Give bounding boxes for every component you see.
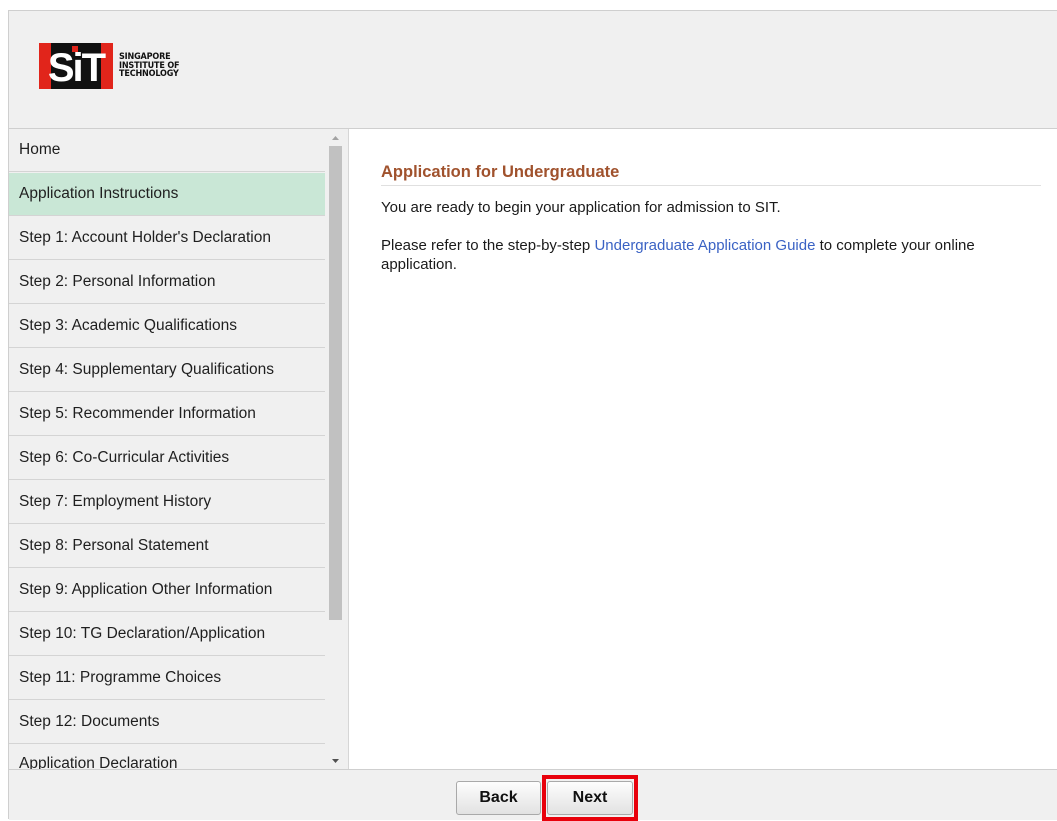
- sidebar-item-step-5[interactable]: Step 5: Recommender Information: [9, 393, 325, 436]
- undergraduate-application-guide-link[interactable]: Undergraduate Application Guide: [594, 237, 815, 254]
- scroll-down-arrow-icon[interactable]: [327, 752, 344, 769]
- next-button[interactable]: Next: [547, 781, 633, 815]
- sit-logo-mark: SiT: [39, 43, 113, 90]
- application-window: SiT SINGAPORE INSTITUTE OF TECHNOLOGY Ho…: [8, 10, 1057, 821]
- main-content: Application for Undergraduate You are re…: [349, 129, 1057, 769]
- guide-text-prefix: Please refer to the step-by-step: [381, 237, 595, 254]
- logo-line-3: TECHNOLOGY: [119, 69, 179, 80]
- sidebar-item-step-11[interactable]: Step 11: Programme Choices: [9, 657, 325, 700]
- svg-text:SiT: SiT: [48, 46, 106, 89]
- sidebar-item-home[interactable]: Home: [9, 129, 325, 172]
- sidebar-scrollbar[interactable]: [327, 129, 344, 769]
- sidebar-item-application-declaration[interactable]: Application Declaration: [9, 745, 325, 769]
- sidebar-item-step-6[interactable]: Step 6: Co-Curricular Activities: [9, 437, 325, 480]
- sidebar-item-step-10[interactable]: Step 10: TG Declaration/Application: [9, 613, 325, 656]
- sidebar-item-step-12[interactable]: Step 12: Documents: [9, 701, 325, 744]
- sit-logo: SiT SINGAPORE INSTITUTE OF TECHNOLOGY: [39, 43, 186, 90]
- footer-bar: Back Next: [9, 769, 1057, 821]
- page-title: Application for Undergraduate: [381, 163, 1041, 186]
- sidebar-item-application-instructions[interactable]: Application Instructions: [9, 173, 325, 216]
- back-button[interactable]: Back: [456, 781, 541, 815]
- scroll-up-arrow-icon[interactable]: [327, 129, 344, 146]
- intro-text: You are ready to begin your application …: [381, 199, 781, 216]
- sidebar-item-step-9[interactable]: Step 9: Application Other Information: [9, 569, 325, 612]
- sidebar-item-step-7[interactable]: Step 7: Employment History: [9, 481, 325, 524]
- sit-logo-wordmark: SINGAPORE INSTITUTE OF TECHNOLOGY: [119, 53, 180, 80]
- sidebar-item-step-3[interactable]: Step 3: Academic Qualifications: [9, 305, 325, 348]
- sidebar-item-step-8[interactable]: Step 8: Personal Statement: [9, 525, 325, 568]
- scrollbar-thumb[interactable]: [329, 146, 342, 620]
- header: SiT SINGAPORE INSTITUTE OF TECHNOLOGY: [9, 11, 1057, 129]
- sidebar-item-step-4[interactable]: Step 4: Supplementary Qualifications: [9, 349, 325, 392]
- guide-text: Please refer to the step-by-step Undergr…: [381, 236, 1041, 274]
- sidebar-item-step-2[interactable]: Step 2: Personal Information: [9, 261, 325, 304]
- sidebar-item-step-1[interactable]: Step 1: Account Holder's Declaration: [9, 217, 325, 260]
- sidebar-nav: Home Application Instructions Step 1: Ac…: [9, 129, 349, 769]
